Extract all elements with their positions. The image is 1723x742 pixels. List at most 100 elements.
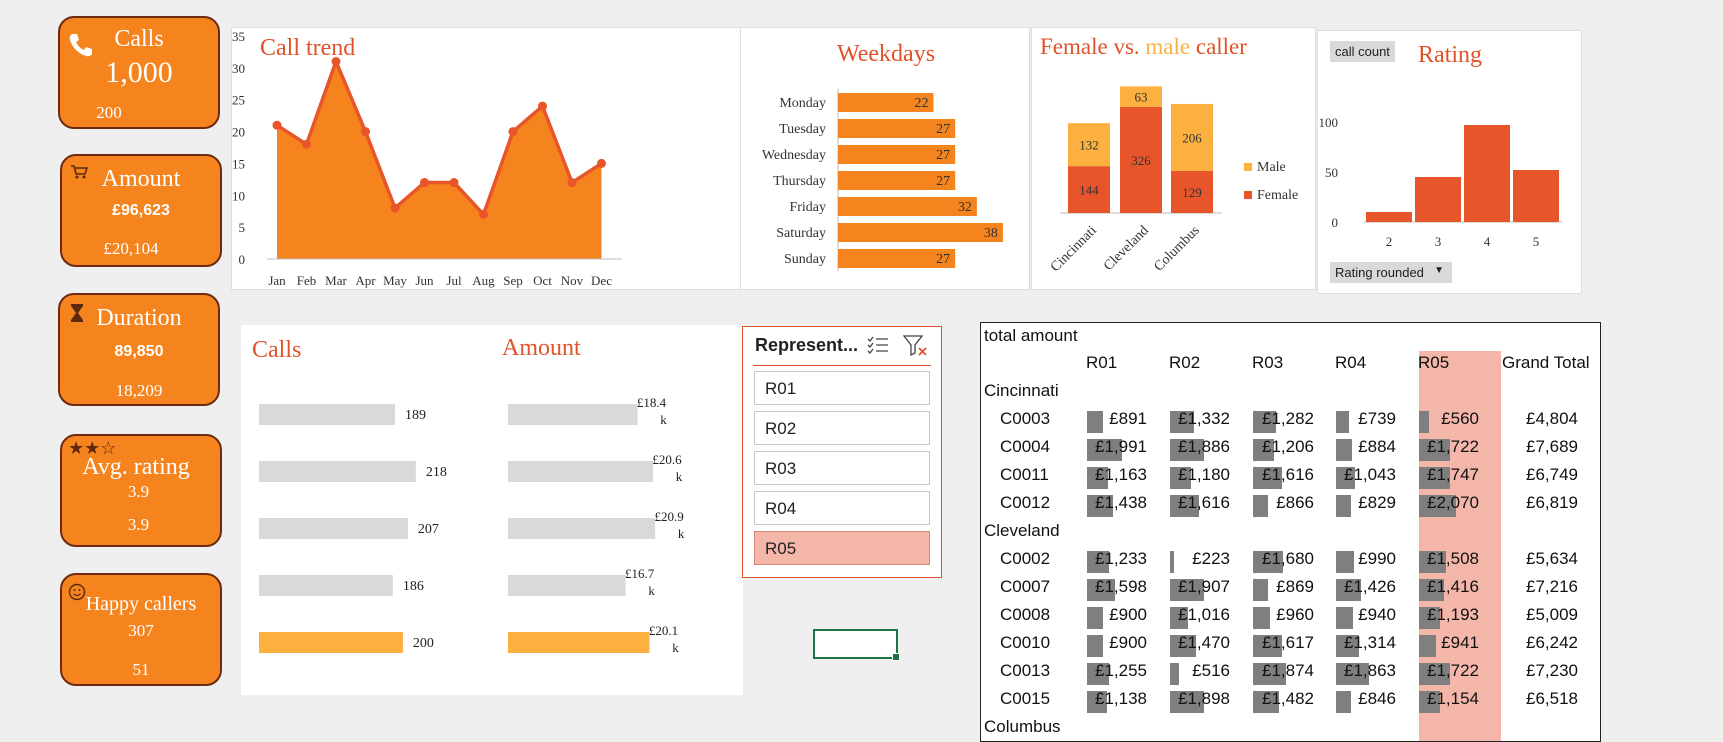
legend-female-label: Female [1257, 188, 1298, 203]
chevron-down-icon: ▼ [1434, 265, 1444, 276]
pivot-cell-value: £1,898 [1178, 689, 1230, 708]
pivot-row-label: C0010 [1000, 633, 1051, 652]
weekday-label: Wednesday [762, 148, 826, 163]
rep-amount-unit: k [676, 469, 683, 484]
pivot-cell-value: £869 [1276, 577, 1314, 596]
pivot-column-header: R04 [1335, 353, 1367, 372]
pivot-grand-total: £7,216 [1526, 577, 1578, 596]
pivot-cell-value: £1,180 [1178, 465, 1230, 484]
weekdays-panel: Weekdays Monday 22 Tuesday 27 Wednesday 27 Thu… [740, 27, 1030, 290]
y-tick-label: 35 [232, 29, 245, 44]
selected-cell[interactable] [813, 629, 900, 661]
rep-amount-bar [508, 632, 650, 653]
gender-value: 206 [1182, 130, 1202, 145]
trend-point [479, 209, 488, 219]
weekday-value: 27 [936, 252, 950, 267]
fill-handle[interactable] [892, 653, 900, 661]
rep-amount-value: £20.9 [655, 509, 684, 524]
kpi-duration-sub: 18,209 [115, 381, 163, 400]
pivot-cell-value: £1,426 [1344, 577, 1396, 596]
trend-point [361, 127, 370, 137]
rep-amount-value: £16.7 [625, 566, 655, 581]
rep-calls-value: 186 [403, 579, 424, 594]
pivot-column-header: R01 [1086, 353, 1118, 372]
pivot-cell-value: £990 [1358, 549, 1396, 568]
slicer-item-r05[interactable]: R05 [754, 531, 930, 565]
multi-select-icon[interactable] [867, 335, 889, 360]
pivot-cell-value: £1,747 [1427, 465, 1479, 484]
rep-calls-bar [259, 632, 403, 653]
trend-point [538, 101, 547, 111]
weekday-value: 22 [914, 96, 928, 111]
kpi-amount-title: Amount [101, 166, 181, 192]
rep-amount-unit: k [672, 640, 679, 655]
kpi-happy-title: Happy callers [85, 593, 197, 615]
pivot-cell-value: £829 [1358, 493, 1396, 512]
kpi-card-amount: Amount £96,623 £20,104 [60, 154, 222, 267]
rating-bar [1415, 177, 1461, 222]
trend-point [331, 56, 341, 66]
rep-calls-value: 189 [405, 408, 426, 423]
kpi-calls-title: Calls [114, 26, 164, 52]
slicer-header: Represent... [755, 335, 859, 355]
weekday-label: Monday [779, 96, 826, 111]
slicer-item-r01[interactable]: R01 [754, 371, 930, 405]
pivot-cell-value: £1,206 [1262, 437, 1314, 456]
legend-female-swatch [1244, 191, 1252, 199]
rep-amount-bar [508, 575, 626, 596]
y-tick-label: 10 [232, 188, 245, 203]
pivot-cell-value: £1,863 [1344, 661, 1396, 680]
kpi-happy-value: 307 [128, 621, 154, 640]
pivot-cell-value: £846 [1358, 689, 1396, 708]
pivot-cell-value: £560 [1441, 409, 1479, 428]
slicer-item-r04[interactable]: R04 [754, 491, 930, 525]
kpi-happy-sub: 51 [132, 660, 150, 679]
weekday-bar [838, 197, 977, 216]
kpi-calls-value: 1,000 [105, 56, 173, 89]
x-tick-label: 4 [1484, 234, 1491, 249]
pivot-cell-value: £1,282 [1262, 409, 1314, 428]
weekday-value: 27 [936, 148, 950, 163]
pivot-row-label: C0007 [1000, 577, 1051, 596]
pivot-cell-value: £223 [1192, 549, 1230, 568]
y-tick-label: 100 [1319, 115, 1339, 130]
x-tick-label: Feb [297, 273, 317, 288]
rating-rounded-dropdown[interactable]: Rating rounded ▼ [1330, 262, 1452, 283]
representative-slicer: Represent... R01 R02 R03 R04 R05 [742, 326, 942, 578]
pivot-cell-value: £1,722 [1427, 661, 1479, 680]
pivot-cell-value: £1,016 [1178, 605, 1230, 624]
pivot-cell-value: £1,314 [1344, 633, 1396, 652]
slicer-item-r02[interactable]: R02 [754, 411, 930, 445]
city-label: Cleveland [1101, 223, 1152, 274]
weekday-label: Thursday [773, 174, 826, 189]
pivot-cell-value: £1,154 [1427, 689, 1479, 708]
kpi-amount-sub: £20,104 [103, 239, 159, 258]
gender-value: 129 [1182, 185, 1202, 200]
pivot-cell-value: £884 [1358, 437, 1396, 456]
rep-amount-unit: k [648, 583, 655, 598]
pivot-cell-value: £1,598 [1095, 577, 1147, 596]
kpi-card-happy-callers: Happy callers 307 51 [60, 573, 222, 686]
rep-amount-bar [508, 404, 638, 425]
trend-point [420, 178, 429, 188]
y-tick-label: 5 [239, 220, 246, 235]
pivot-cell-value: £2,070 [1427, 493, 1479, 512]
kpi-rating-value: 3.9 [127, 482, 150, 501]
trend-point [302, 139, 311, 149]
rep-calls-bar [259, 575, 393, 596]
pivot-cell-value: £1,163 [1095, 465, 1147, 484]
y-tick-label: 0 [239, 252, 246, 267]
pivot-column-header: R02 [1169, 353, 1201, 372]
y-tick-label: 50 [1325, 165, 1338, 180]
x-tick-label: 3 [1435, 234, 1442, 249]
rep-calls-bar [259, 404, 395, 425]
pivot-cell-value: £1,991 [1095, 437, 1147, 456]
kpi-duration-value: 89,850 [114, 343, 164, 360]
x-tick-label: 2 [1386, 234, 1393, 249]
slicer-item-r03[interactable]: R03 [754, 451, 930, 485]
legend-male-swatch [1244, 163, 1252, 171]
x-tick-label: Mar [325, 273, 347, 288]
clear-filter-icon[interactable] [902, 334, 929, 363]
trend-point [272, 120, 282, 130]
rep-calls-bar [259, 518, 408, 539]
